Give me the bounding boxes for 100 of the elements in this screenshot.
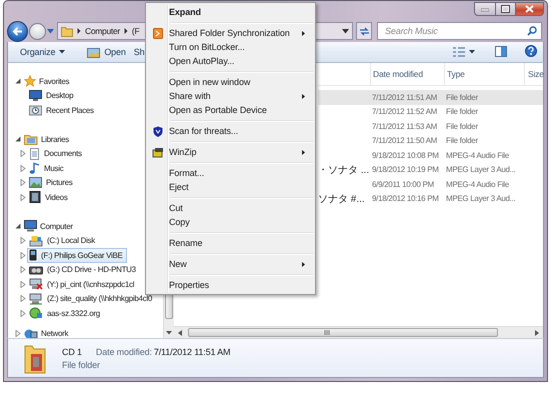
tree-item[interactable]: aas-sz.3322.org <box>27 306 104 320</box>
type-cell-text: MPEG-4 Audio File <box>445 150 510 160</box>
file-row[interactable]: 7/11/2012 11:52 AM File folder <box>318 104 543 119</box>
menu-item[interactable]: Open AutoPlay... <box>148 54 313 68</box>
type-cell-text: File folder <box>445 136 479 146</box>
date-cell-text: 9/18/2012 10:16 PM <box>371 194 440 204</box>
help-button[interactable] <box>525 45 537 59</box>
menu-item[interactable]: Cut <box>148 201 313 215</box>
star-icon <box>24 75 36 88</box>
column-header[interactable]: Date modified <box>370 63 444 85</box>
refresh-button[interactable] <box>356 22 372 40</box>
tree-item[interactable]: (G:) CD Drive - HD-PNTU3 <box>27 262 140 277</box>
close-icon <box>525 5 534 13</box>
minimize-icon <box>481 6 489 12</box>
folder-icon <box>61 26 73 36</box>
file-row[interactable]: ・ソナタ ... 9/18/2012 10:19 PM MPEG Layer 3 Aud... <box>318 162 543 177</box>
search-placeholder: Search Music <box>385 26 439 36</box>
tree-item[interactable]: Computer <box>22 219 77 234</box>
date-cell-text: 7/11/2012 11:50 AM <box>371 136 438 146</box>
horizontal-scrollbar[interactable] <box>174 326 543 338</box>
file-row[interactable]: 9/18/2012 10:08 PM MPEG-4 Audio File <box>318 148 543 162</box>
menu-item[interactable]: Eject <box>148 180 313 194</box>
toolbar-button[interactable]: Organize <box>16 43 70 61</box>
toolbar-button[interactable]: Open <box>83 43 130 61</box>
tree-item[interactable]: Libraries <box>22 132 73 146</box>
archive-icon <box>152 146 164 158</box>
menu-item[interactable]: Share with <box>148 89 313 103</box>
computer-icon <box>24 220 37 232</box>
view-list-icon <box>453 47 465 57</box>
tree-item[interactable]: Network <box>22 326 72 338</box>
network-icon <box>24 328 38 338</box>
date-value: 7/11/2012 11:51 AM <box>154 346 230 356</box>
type-cell-text: File folder <box>445 122 479 131</box>
type-cell-text: MPEG Layer 3 Aud... <box>445 194 516 204</box>
menu-item[interactable]: Shared Folder Synchronization <box>148 26 313 40</box>
type-cell-text: File folder <box>445 107 479 116</box>
search-icon <box>527 26 537 36</box>
film-icon <box>29 191 41 204</box>
menu-item[interactable]: Rename <box>148 236 313 250</box>
menu-item[interactable]: Expand <box>148 5 313 19</box>
tree-item[interactable]: Desktop <box>27 88 78 103</box>
tree-item[interactable]: Videos <box>27 190 72 204</box>
breadcrumb[interactable]: (F <box>132 26 140 36</box>
tree-item[interactable]: Favorites <box>22 74 74 88</box>
type-cell-text: MPEG Layer 3 Aud... <box>445 165 516 174</box>
menu-item[interactable]: Open as Portable Device <box>148 103 313 117</box>
maximize-icon <box>501 5 510 13</box>
date-cell-text: 7/11/2012 11:53 AM <box>371 122 438 131</box>
breadcrumb[interactable]: Computer <box>85 26 120 36</box>
back-arrow-icon <box>12 26 23 36</box>
menu-item[interactable]: Properties <box>148 278 313 292</box>
local-disk-icon <box>29 234 43 247</box>
shield-icon <box>153 126 163 136</box>
file-row[interactable]: ソナタ #... 9/18/2012 10:16 PM MPEG Layer 3 Aud... <box>318 192 543 206</box>
tree-item[interactable]: (Y:) pi_cint (\\cnhszppdc1cl <box>27 277 138 292</box>
menu-item[interactable]: Open in new window <box>148 75 313 89</box>
menu-item[interactable]: Copy <box>148 215 313 229</box>
menu-item[interactable]: WinZip <box>148 145 313 159</box>
close-button[interactable] <box>516 2 544 16</box>
preview-pane-button[interactable] <box>495 46 507 58</box>
tree-item[interactable]: Music <box>27 161 68 176</box>
document-icon <box>29 148 40 160</box>
menu-item[interactable]: Turn on BitLocker... <box>148 40 313 54</box>
scroll-left-icon <box>178 330 182 336</box>
maximize-button[interactable] <box>496 2 516 16</box>
file-row[interactable]: 7/11/2012 11:53 AM File folder <box>318 119 543 134</box>
file-row[interactable]: 7/11/2012 11:51 AM File folder <box>318 90 543 104</box>
menu-item[interactable]: Scan for threats... <box>148 124 313 138</box>
disc-drive-icon <box>29 264 43 275</box>
menu-item[interactable]: New <box>148 257 313 271</box>
tree-item[interactable]: (C:) Local Disk <box>27 234 99 248</box>
network-drive-icon <box>29 278 43 290</box>
library-folder-icon <box>24 133 38 146</box>
file-name: ・ソナタ ... <box>318 164 370 177</box>
history-dropdown-icon <box>47 28 54 34</box>
scroll-right-icon <box>535 330 539 336</box>
refresh-icon <box>358 26 370 36</box>
open-icon <box>87 46 100 58</box>
tree-item[interactable]: Recent Places <box>27 103 98 118</box>
scroll-down-icon <box>166 331 172 335</box>
tree-item[interactable]: Pictures <box>27 176 76 190</box>
date-cell-text: 9/18/2012 10:19 PM <box>371 165 440 174</box>
date-cell-text: 9/18/2012 10:08 PM <box>371 150 440 160</box>
toolbar-button[interactable]: Sh <box>130 43 148 61</box>
media-player-icon <box>29 249 37 262</box>
tree-item[interactable]: (F:) Philips GoGear ViBE <box>27 248 127 262</box>
caret-icon <box>469 50 475 54</box>
minimize-button[interactable] <box>474 2 496 16</box>
view-button[interactable] <box>453 47 475 57</box>
dropdown-icon <box>342 28 349 34</box>
preview-pane-icon <box>495 46 507 56</box>
back-button[interactable] <box>7 20 28 42</box>
column-header[interactable]: Type <box>444 63 524 85</box>
tree-item[interactable]: (Z:) site_quality (\\hkhhkgpib4cl0 <box>27 292 156 306</box>
scrollbar-thumb[interactable] <box>188 328 498 337</box>
search-field[interactable]: Search Music <box>377 22 542 40</box>
file-row[interactable]: 6/9/2011 10:00 PM MPEG-4 Audio File <box>318 177 543 192</box>
tree-item[interactable]: Documents <box>27 146 86 161</box>
menu-item[interactable]: Format... <box>148 166 313 180</box>
file-row[interactable]: 7/11/2012 11:50 AM File folder <box>318 134 543 148</box>
